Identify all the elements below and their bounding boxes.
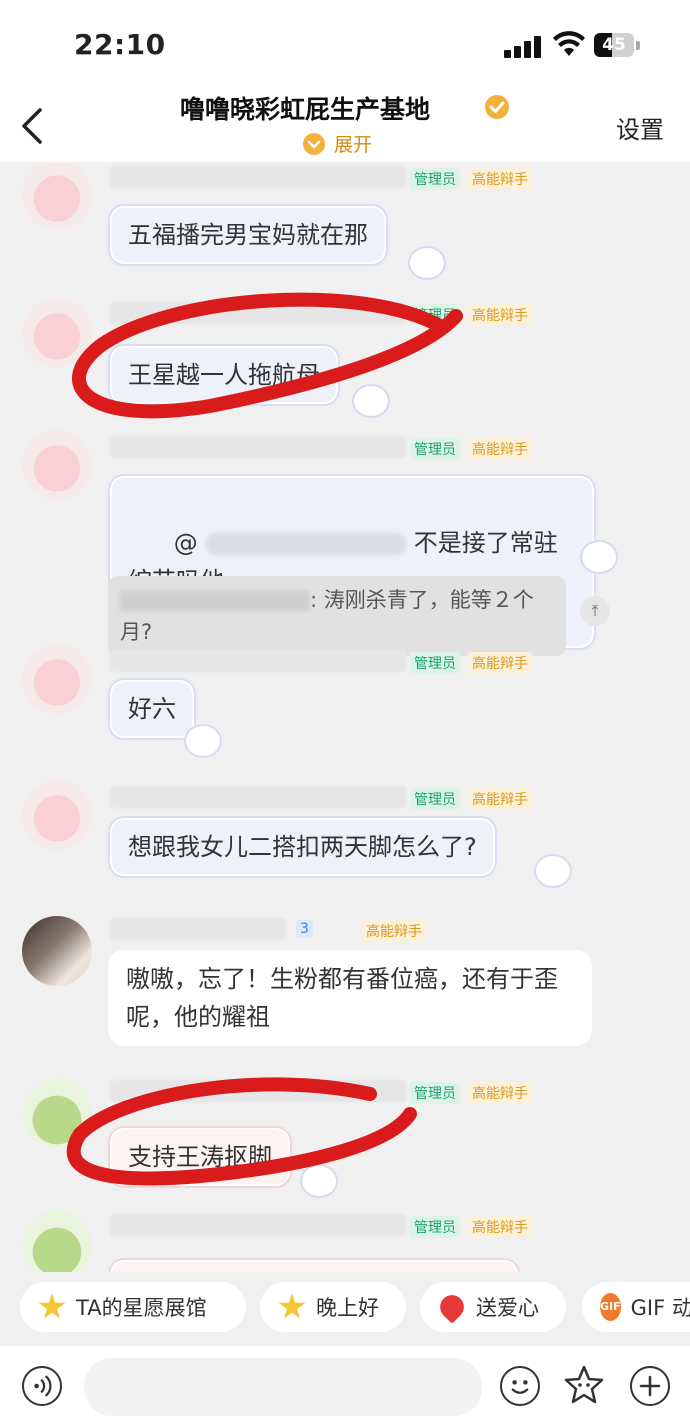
chevron-left-icon[interactable] [18, 106, 48, 146]
chevron-down-circle-icon [303, 132, 325, 155]
settings-button[interactable]: 设置 [616, 110, 664, 145]
plus-icon[interactable] [630, 1366, 670, 1406]
group-title[interactable]: 噜噜晓彩虹屁生产基地 [180, 90, 430, 126]
quick-reply-label: GIF 动 [630, 1296, 690, 1320]
message-bubble[interactable]: 支持王涛抠脚 [108, 1126, 292, 1188]
admin-badge: 管理员 [410, 438, 460, 460]
quick-reply-chip[interactable]: GIF GIF 动 [582, 1282, 690, 1332]
sender-name-redacted [110, 302, 406, 324]
quick-reply-chip[interactable]: 晚上好 [260, 1282, 406, 1332]
debater-badge: 高能辩手 [468, 1082, 532, 1104]
message-item: 管理员 高能辩手 五福播完男宝妈就在那 [0, 162, 690, 292]
admin-badge: 管理员 [410, 1216, 460, 1238]
message-bubble[interactable]: 王星越一人拖航母 [108, 344, 340, 406]
signal-icon [504, 34, 544, 58]
heart-icon [435, 1290, 469, 1324]
star-icon [38, 1293, 66, 1319]
sender-name-redacted [110, 1080, 406, 1102]
quoted-sender-redacted [120, 591, 310, 611]
message-bubble[interactable]: 五福播完男宝妈就在那 [108, 204, 388, 266]
debater-badge: 高能辩手 [468, 1216, 532, 1238]
message-item: 管理员 高能辩手 好六 [0, 642, 690, 772]
voice-icon[interactable] [22, 1366, 62, 1406]
level-badge: 3 [296, 920, 313, 938]
mention-name-redacted [205, 533, 406, 555]
quick-reply-label: 送爱心 [476, 1296, 539, 1320]
avatar[interactable] [22, 644, 92, 714]
debater-badge: 高能辩手 [468, 652, 532, 674]
bubble-cloud-decoration [580, 540, 618, 574]
avatar[interactable] [22, 1210, 92, 1272]
quick-reply-label: 晚上好 [316, 1296, 379, 1320]
sticker-icon[interactable] [562, 1364, 606, 1408]
bubble-cloud-decoration [300, 1164, 338, 1198]
status-time: 22:10 [74, 28, 166, 61]
debater-badge: 高能辩手 [468, 788, 532, 810]
verified-badge-icon [485, 95, 509, 119]
sender-name-redacted [110, 918, 286, 940]
admin-badge: 管理员 [410, 652, 460, 674]
expand-button[interactable]: 展开 [302, 130, 372, 157]
avatar[interactable] [22, 1078, 92, 1148]
sender-name-redacted [110, 1214, 406, 1236]
message-bubble[interactable]: 想跟我女儿二搭扣两天脚怎么了? [108, 816, 497, 878]
nav-bar: 噜噜晓彩虹屁生产基地 展开 设置 [0, 90, 690, 162]
bubble-cloud-decoration [352, 384, 390, 418]
message-item: 管理员 高能辩手 王星越一人拖航母 [0, 296, 690, 426]
sender-name-redacted [110, 786, 406, 808]
message-item: 3 高能辩手 嗷嗷，忘了！生粉都有番位癌，还有于歪呢，他的耀祖 [0, 912, 690, 1082]
expand-label: 展开 [334, 134, 373, 156]
message-bubble-partial[interactable] [108, 1258, 520, 1272]
mention-symbol: @ [173, 529, 198, 557]
quick-reply-chip[interactable]: 送爱心 [420, 1282, 566, 1332]
debater-badge: 高能辩手 [468, 438, 532, 460]
admin-badge: 管理员 [410, 304, 460, 326]
debater-badge: 高能辩手 [468, 304, 532, 326]
admin-badge: 管理员 [410, 788, 460, 810]
message-input[interactable] [84, 1358, 482, 1416]
jump-to-quote-icon[interactable]: ⤒ [580, 596, 610, 626]
debater-badge: 高能辩手 [468, 168, 532, 190]
status-bar: 22:10 45 [0, 0, 690, 90]
star-face-icon [278, 1293, 306, 1319]
bubble-cloud-decoration [408, 246, 446, 280]
avatar[interactable] [22, 298, 92, 368]
sender-name-redacted [110, 166, 406, 188]
message-item: 管理员 高能辩手 想跟我女儿二搭扣两天脚怎么了? [0, 778, 690, 908]
avatar[interactable] [22, 780, 92, 850]
sender-name-redacted [110, 436, 406, 458]
battery-level: 45 [602, 35, 626, 55]
avatar[interactable] [22, 430, 92, 500]
avatar[interactable] [22, 916, 92, 986]
chat-list[interactable]: 管理员 高能辩手 五福播完男宝妈就在那 管理员 高能辩手 王星越一人拖航母 管理… [0, 162, 690, 1272]
bubble-cloud-decoration [184, 724, 222, 758]
emoji-icon[interactable] [500, 1366, 540, 1406]
wifi-icon [553, 31, 585, 56]
gif-icon: GIF [600, 1293, 621, 1321]
message-item: 管理员 高能辩手 支持王涛抠脚 [0, 1076, 690, 1206]
battery-nub [636, 41, 640, 50]
quick-reply-chip[interactable]: TA的星愿展馆 [20, 1282, 246, 1332]
message-bubble[interactable]: 嗷嗷，忘了！生粉都有番位癌，还有于歪呢，他的耀祖 [108, 950, 592, 1046]
message-item: 管理员 高能辩手 [0, 1210, 690, 1272]
sender-name-redacted [110, 650, 406, 672]
admin-badge: 管理员 [410, 168, 460, 190]
admin-badge: 管理员 [410, 1082, 460, 1104]
avatar[interactable] [22, 162, 92, 230]
message-bubble[interactable]: 好六 [108, 678, 196, 740]
battery-icon: 45 [594, 33, 634, 57]
debater-badge: 高能辩手 [362, 920, 426, 942]
bubble-cloud-decoration [534, 854, 572, 888]
quick-reply-bar: TA的星愿展馆 晚上好 送爱心 GIF GIF 动 [0, 1272, 690, 1346]
quick-reply-label: TA的星愿展馆 [76, 1296, 207, 1320]
input-bar [0, 1346, 690, 1426]
